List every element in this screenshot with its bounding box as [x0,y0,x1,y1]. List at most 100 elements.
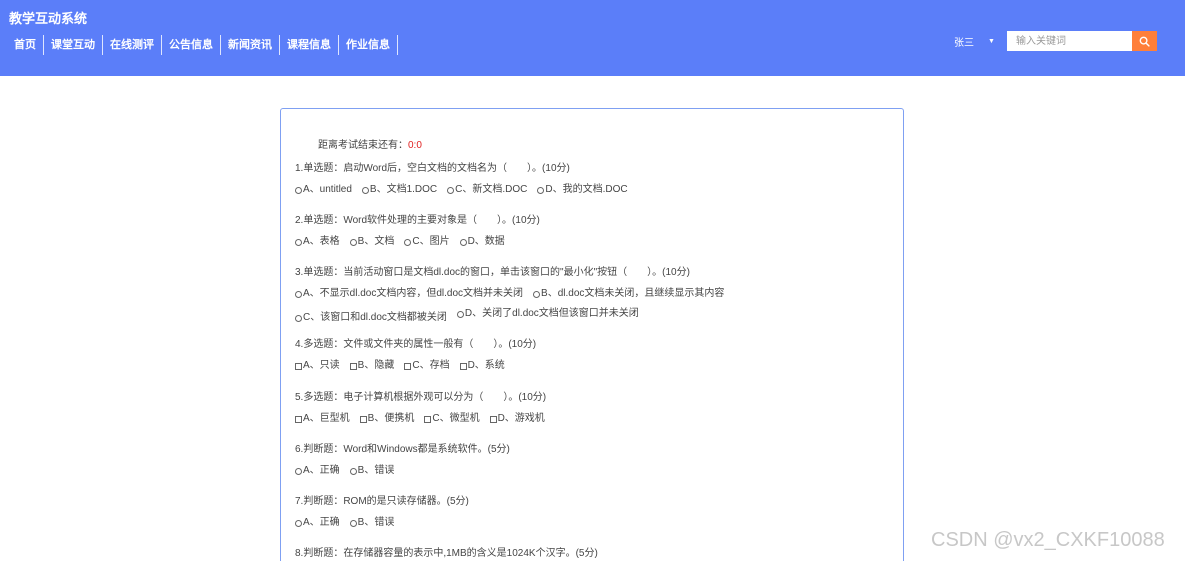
radio-button[interactable] [349,238,357,246]
answer-option[interactable]: B、隐藏 [349,356,394,376]
question-title: 8.判断题：在存储器容量的表示中,1MB的含义是1024K个汉字。(5分) [295,548,598,559]
exam-panel: 距离考试结束还有：0:0 1.单选题：启动Word后，空白文档的文档名为（ ）。… [280,108,904,561]
checkbox[interactable] [459,362,467,370]
radio-button[interactable] [295,467,302,475]
question-options: A、untitled B、文档1.DOC C、新文档.DOC D、我的文档.DOC [295,176,895,200]
answer-option-label: C、新文档.DOC [455,184,528,195]
answer-option[interactable]: A、正确 [295,461,340,481]
answer-option-label: B、错误 [357,517,395,528]
radio-button[interactable] [349,519,357,527]
question-5: 5.多选题：电子计算机根据外观可以分为（ ）。(10分) A、巨型机 B、便携机 C、… [295,391,895,429]
answer-option-label: D、关闭了dl.doc文档但该窗口并未关闭 [464,308,639,319]
question-title: 3.单选题：当前活动窗口是文档dl.doc的窗口，单击该窗口的"最小化"按钮（ … [295,267,690,278]
answer-option[interactable]: C、新文档.DOC [447,180,527,200]
question-options: A、表格 B、文档 C、图片 D、数据 [295,228,895,252]
answer-option[interactable]: D、关闭了dl.doc文档但该窗口并未关闭 [456,304,639,324]
answer-option[interactable]: A、巨型机 [295,409,350,429]
answer-option[interactable]: D、系统 [459,356,505,376]
radio-button[interactable] [459,238,467,246]
answer-option[interactable]: B、便携机 [359,409,415,429]
answer-option-label: D、游戏机 [497,413,545,424]
user-menu[interactable]: 张三 ▼ [954,34,995,49]
nav-item-classroom-interaction[interactable]: 课堂互动 [44,35,103,55]
question-7: 7.判断题：ROM的是只读存储器。(5分) A、正确 B、错误 [295,495,895,533]
search-icon [1139,36,1150,47]
answer-option[interactable]: A、只读 [295,356,340,376]
nav-item-homework[interactable]: 作业信息 [339,35,398,55]
question-6: 6.判断题：Word和Windows都是系统软件。(5分) A、正确 B、错误 [295,443,895,481]
app-title: 教学互动系统 [9,11,88,26]
radio-button[interactable] [295,238,302,246]
checkbox[interactable] [489,415,497,423]
radio-button[interactable] [295,186,302,194]
answer-option-label: B、便携机 [367,413,415,424]
question-title: 7.判断题：ROM的是只读存储器。(5分) [295,496,469,507]
radio-button[interactable] [349,467,357,475]
answer-option[interactable]: A、正确 [295,513,340,533]
question-2: 2.单选题：Word软件处理的主要对象是（ ）。(10分) A、表格 B、文档 C、图… [295,214,895,252]
checkbox[interactable] [404,362,412,370]
question-title: 4.多选题：文件或文件夹的属性一般有（ ）。(10分) [295,339,537,350]
radio-button[interactable] [361,186,369,194]
nav-item-online-test[interactable]: 在线测评 [103,35,162,55]
search-input[interactable] [1007,31,1132,51]
nav-item-news[interactable]: 新闻资讯 [221,35,280,55]
question-options: A、正确 B、错误 [295,509,895,533]
answer-option[interactable]: B、错误 [349,513,395,533]
answer-option-label: B、dl.doc文档未关闭，且继续显示其内容 [541,288,725,299]
question-title: 1.单选题：启动Word后，空白文档的文档名为（ ）。(10分) [295,163,570,174]
answer-option[interactable]: D、游戏机 [489,409,545,429]
answer-option[interactable]: B、文档 [349,232,394,252]
answer-option-label: C、该窗口和dl.doc文档都被关闭 [303,312,447,323]
answer-option-label: A、正确 [303,465,340,476]
answer-option[interactable]: C、存档 [404,356,450,376]
answer-option[interactable]: D、我的文档.DOC [537,180,628,200]
answer-option[interactable]: B、dl.doc文档未关闭，且继续显示其内容 [533,284,724,304]
answer-option[interactable]: A、untitled [295,180,352,200]
answer-option-label: B、文档1.DOC [369,184,438,195]
answer-option-label: A、正确 [303,517,340,528]
radio-button[interactable] [295,314,302,322]
user-name: 张三 [954,38,974,49]
checkbox[interactable] [295,415,302,423]
search-bar [1007,31,1158,51]
checkbox[interactable] [359,415,367,423]
answer-option-label: D、数据 [467,236,505,247]
radio-button[interactable] [537,186,545,194]
radio-button[interactable] [533,290,541,298]
radio-button[interactable] [295,290,302,298]
answer-option-label: A、只读 [303,360,340,371]
search-button[interactable] [1132,31,1157,51]
answer-option-label: A、untitled [303,184,352,195]
answer-option-label: C、微型机 [432,413,480,424]
question-options: A、不显示dl.doc文档内容，但dl.doc文档并未关闭 B、dl.doc文档未… [295,280,895,328]
answer-option[interactable]: A、不显示dl.doc文档内容，但dl.doc文档并未关闭 [295,284,523,304]
nav-item-announcements[interactable]: 公告信息 [162,35,221,55]
question-options: A、正确 B、错误 [295,457,895,481]
answer-option[interactable]: B、错误 [349,461,394,481]
answer-option-label: A、表格 [303,236,340,247]
timer-label: 距离考试结束还有： [318,140,408,151]
radio-button[interactable] [295,519,302,527]
checkbox[interactable] [424,415,432,423]
answer-option[interactable]: A、表格 [295,232,340,252]
answer-option[interactable]: C、微型机 [424,409,480,429]
main-nav: 首页 课堂互动 在线测评 公告信息 新闻资讯 课程信息 作业信息 [8,35,398,55]
nav-item-home[interactable]: 首页 [8,35,44,55]
question-options: A、巨型机 B、便携机 C、微型机 D、游戏机 [295,405,895,429]
nav-item-courses[interactable]: 课程信息 [280,35,339,55]
answer-option[interactable]: C、图片 [404,232,450,252]
radio-button[interactable] [447,186,455,194]
answer-option[interactable]: C、该窗口和dl.doc文档都被关闭 [295,308,447,328]
radio-button[interactable] [404,238,412,246]
question-title: 6.判断题：Word和Windows都是系统软件。(5分) [295,444,510,455]
answer-option-label: D、系统 [467,360,505,371]
answer-option[interactable]: B、文档1.DOC [361,180,438,200]
question-options: A、只读 B、隐藏 C、存档 D、系统 [295,352,895,376]
checkbox[interactable] [349,362,357,370]
question-1: 1.单选题：启动Word后，空白文档的文档名为（ ）。(10分) A、untitl… [295,162,895,200]
answer-option[interactable]: D、数据 [459,232,505,252]
radio-button[interactable] [456,310,464,318]
exam-timer: 距离考试结束还有：0:0 [318,136,422,151]
checkbox[interactable] [295,362,302,370]
